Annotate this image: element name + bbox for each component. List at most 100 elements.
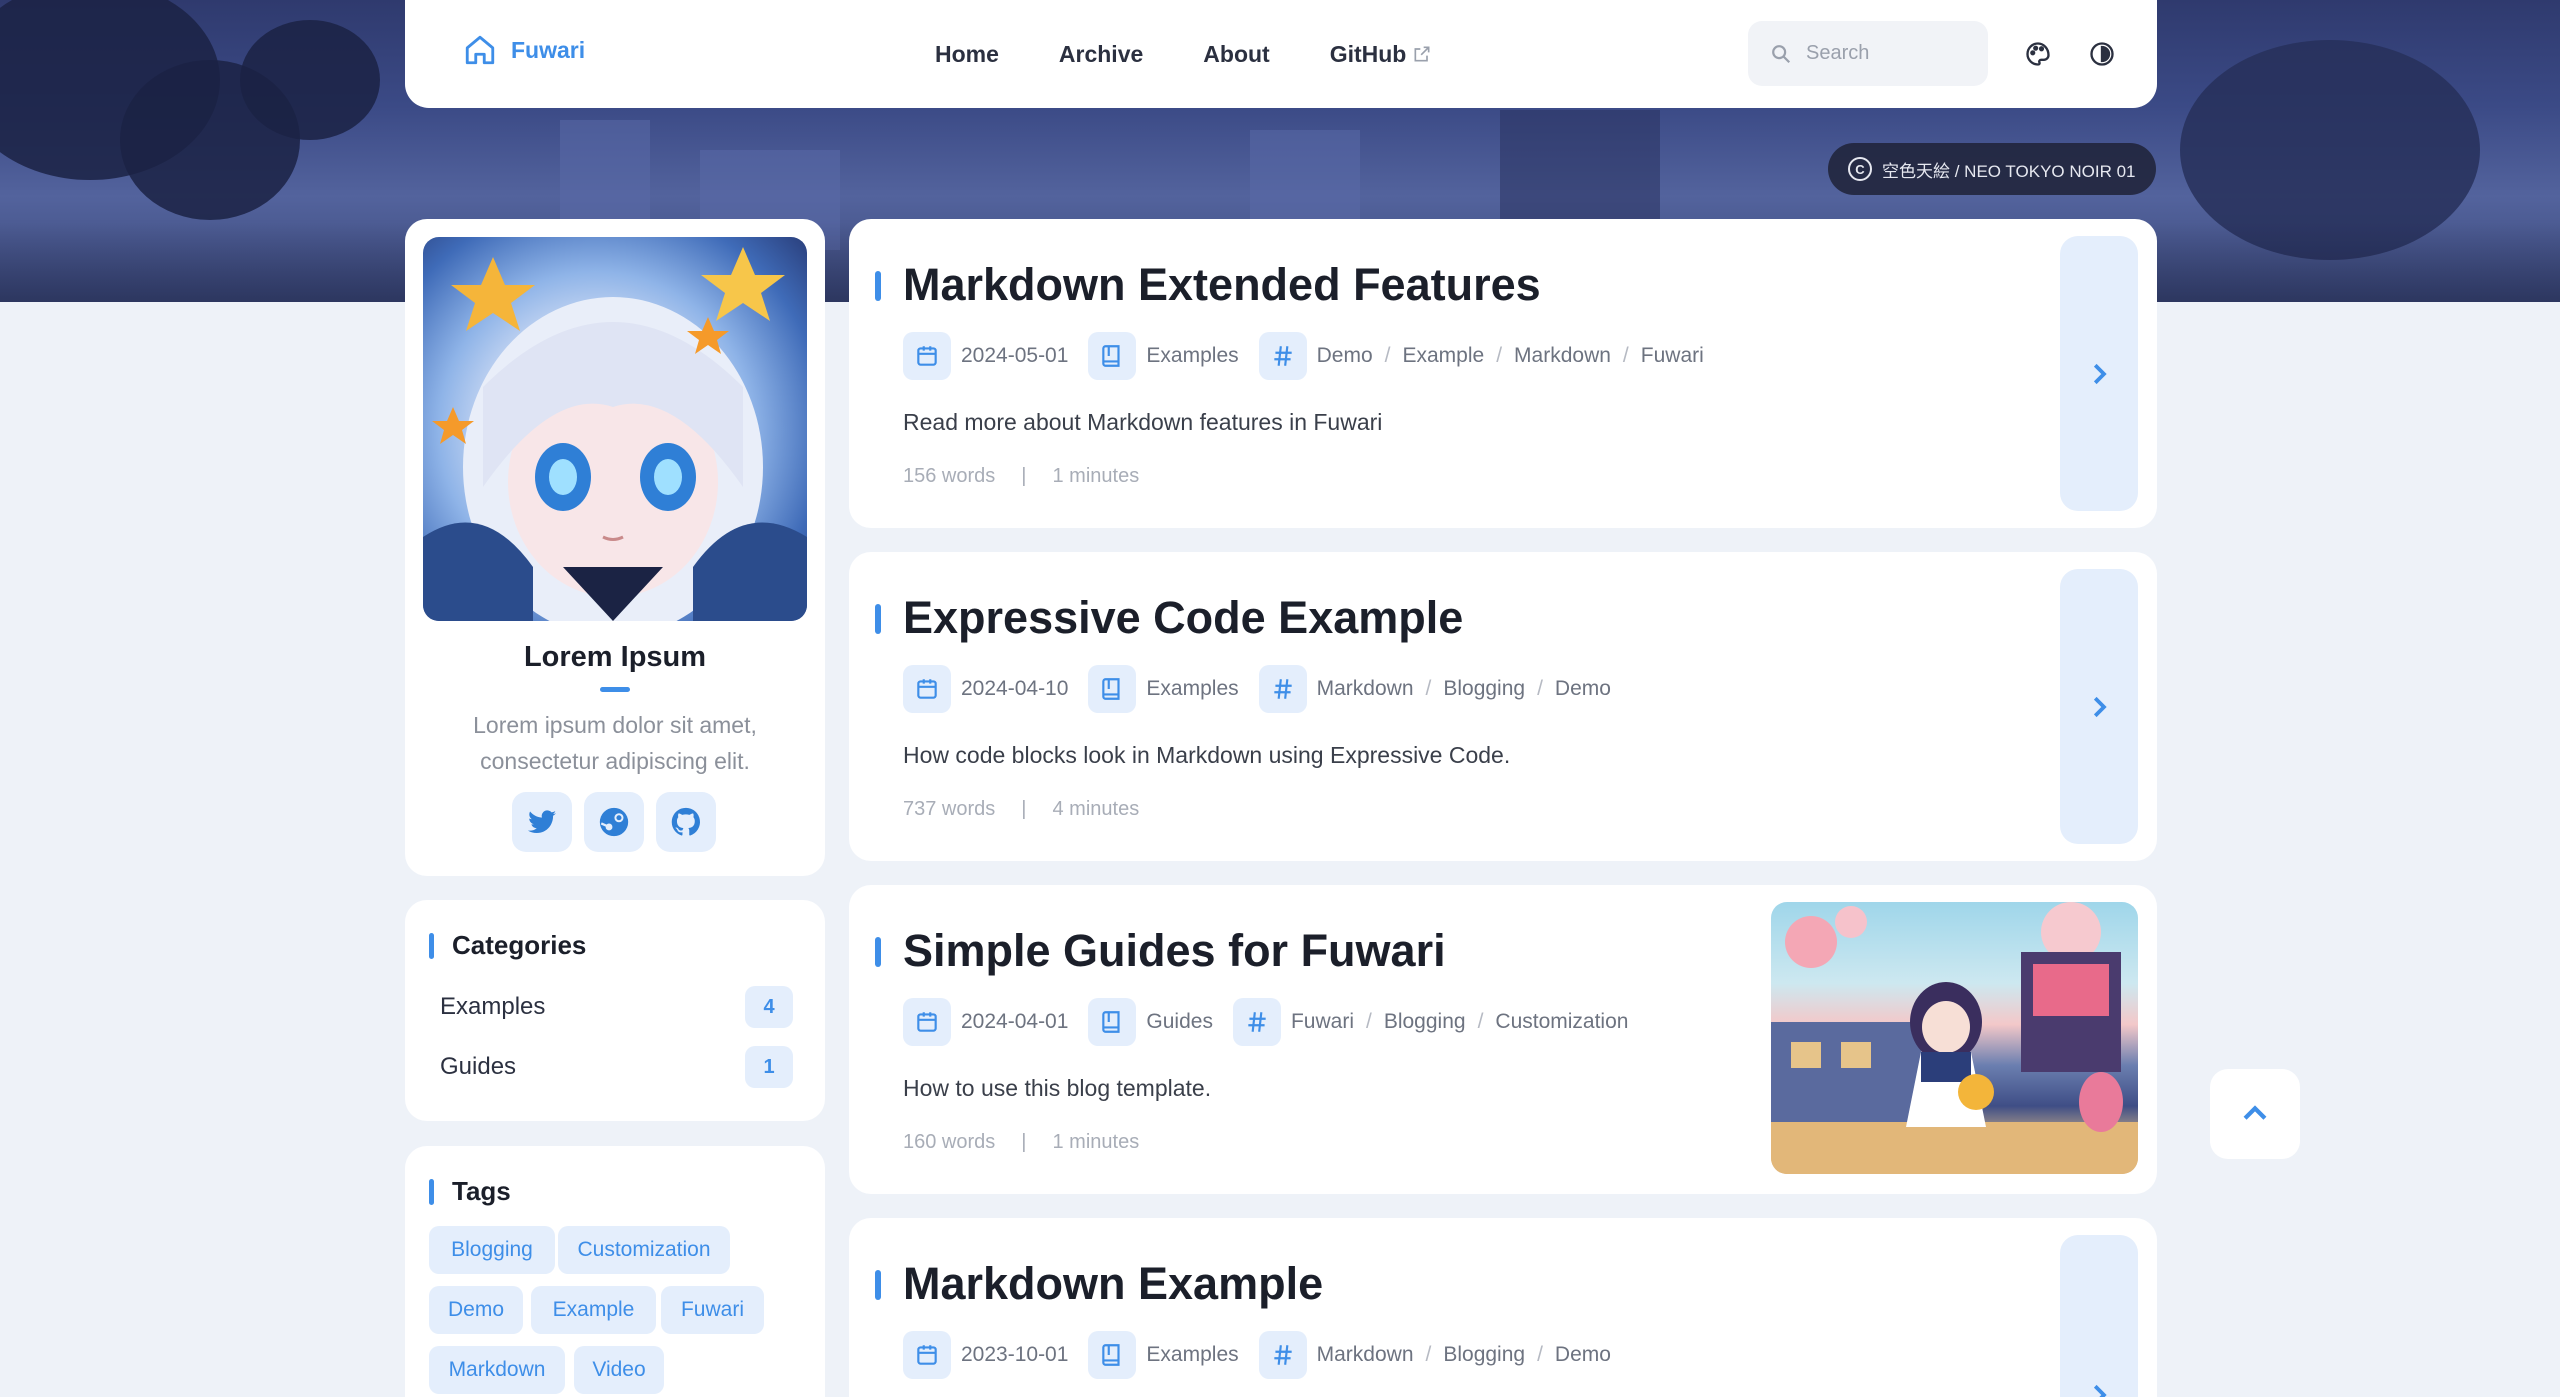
read-time: 4 minutes: [1052, 798, 1140, 820]
category-count-badge: 4: [745, 986, 793, 1028]
dark-mode-toggle[interactable]: [2081, 33, 2123, 75]
tag-separator: /: [1365, 1010, 1372, 1033]
chevron-right-icon: [2093, 363, 2107, 384]
nav-github[interactable]: GitHub: [1330, 41, 1433, 68]
github-link[interactable]: [656, 792, 716, 852]
top-navbar: Fuwari Home Archive About GitHub Search: [405, 0, 2157, 108]
stats-divider: |: [1021, 1131, 1027, 1153]
image-credit-badge[interactable]: C 空色天絵 / NEO TOKYO NOIR 01: [1828, 143, 2156, 195]
tag-separator: /: [1622, 344, 1629, 367]
post-tag[interactable]: Demo: [1317, 344, 1373, 368]
post-tag[interactable]: Blogging: [1443, 677, 1525, 701]
chevron-right-icon: [2093, 1384, 2107, 1397]
post-title[interactable]: Simple Guides for Fuwari: [903, 925, 1446, 977]
nav-home[interactable]: Home: [935, 41, 999, 68]
calendar-icon: [903, 332, 951, 380]
post-category[interactable]: Guides: [1146, 1010, 1213, 1034]
profile-avatar[interactable]: [423, 237, 807, 621]
post-tag[interactable]: Demo: [1555, 1343, 1611, 1367]
search-input[interactable]: Search: [1748, 21, 1988, 86]
post-cover-image[interactable]: [1771, 902, 2138, 1174]
brand-name: Fuwari: [511, 36, 586, 63]
post-title[interactable]: Expressive Code Example: [903, 592, 1463, 644]
post-card: Markdown Extended Features 2024-05-01 Ex…: [849, 219, 2157, 528]
post-excerpt: How code blocks look in Markdown using E…: [903, 742, 1511, 768]
post-date: 2024-05-01: [961, 344, 1069, 367]
nav-archive[interactable]: Archive: [1059, 41, 1143, 68]
tag-example[interactable]: Example: [531, 1286, 656, 1334]
tag-blogging[interactable]: Blogging: [429, 1226, 555, 1274]
post-tag[interactable]: Example: [1403, 344, 1485, 368]
twitter-icon: [527, 810, 557, 834]
post-tag[interactable]: Markdown: [1514, 344, 1611, 368]
post-meta: 2023-10-01 Examples Markdown / Blogging …: [903, 1331, 1631, 1379]
cover-illustration: [1771, 902, 2138, 1174]
github-icon: [671, 807, 700, 836]
post-tag[interactable]: Markdown: [1317, 1343, 1414, 1367]
post-date: 2023-10-01: [961, 1343, 1069, 1366]
book-icon: [1088, 998, 1137, 1046]
tag-separator: /: [1425, 1343, 1432, 1366]
post-title-accent: [875, 1270, 881, 1300]
post-tag[interactable]: Customization: [1495, 1010, 1628, 1034]
steam-icon: [599, 807, 629, 837]
post-tag[interactable]: Blogging: [1384, 1010, 1466, 1034]
tag-markdown[interactable]: Markdown: [429, 1346, 565, 1394]
tag-customization[interactable]: Customization: [558, 1226, 730, 1274]
social-links: [512, 792, 716, 852]
avatar-illustration: [423, 247, 807, 621]
profile-name: Lorem Ipsum: [523, 641, 707, 673]
palette-icon: [2026, 42, 2050, 66]
banner-foliage: [240, 20, 380, 140]
external-link-icon: [1414, 46, 1430, 62]
profile-divider: [600, 687, 630, 692]
post-tag[interactable]: Markdown: [1317, 677, 1414, 701]
post-stats: 737 words | 4 minutes: [903, 798, 1139, 821]
post-category[interactable]: Examples: [1146, 677, 1238, 701]
nav-about[interactable]: About: [1203, 41, 1269, 68]
stats-divider: |: [1021, 798, 1027, 820]
category-item-examples[interactable]: Examples 4: [440, 985, 793, 1029]
search-placeholder: Search: [1806, 42, 1870, 64]
contrast-icon: [2090, 42, 2114, 66]
book-icon: [1088, 665, 1137, 713]
image-credit-text: 空色天絵 / NEO TOKYO NOIR 01: [1882, 161, 2136, 181]
nav-github-label: GitHub: [1329, 40, 1407, 67]
calendar-icon: [903, 1331, 951, 1379]
back-to-top-button[interactable]: [2210, 1069, 2300, 1159]
post-card: Expressive Code Example 2024-04-10 Examp…: [849, 552, 2157, 861]
post-excerpt: Read more about Markdown features in Fuw…: [903, 409, 1383, 435]
book-icon: [1088, 1331, 1137, 1379]
brand-home-link[interactable]: Fuwari: [463, 33, 585, 67]
post-title[interactable]: Markdown Extended Features: [903, 259, 1541, 311]
categories-title-text: Categories: [452, 930, 587, 960]
post-meta: 2024-05-01 Examples Demo / Example / Mar…: [903, 332, 1724, 380]
open-post-button[interactable]: [2060, 569, 2138, 844]
nav-links: Home Archive About GitHub: [935, 0, 1432, 108]
post-card: Simple Guides for Fuwari 2024-04-01 Guid…: [849, 885, 2157, 1194]
tag-fuwari[interactable]: Fuwari: [661, 1286, 764, 1334]
post-tag[interactable]: Demo: [1555, 677, 1611, 701]
hashtag-icon: [1258, 332, 1307, 380]
read-time: 1 minutes: [1052, 1131, 1140, 1153]
book-icon: [1088, 332, 1137, 380]
post-title[interactable]: Markdown Example: [903, 1258, 1323, 1310]
profile-card: Lorem Ipsum Lorem ipsum dolor sit amet, …: [405, 219, 825, 876]
post-tag[interactable]: Blogging: [1443, 1343, 1525, 1367]
steam-link[interactable]: [584, 792, 644, 852]
tag-separator: /: [1537, 1343, 1543, 1366]
post-category[interactable]: Examples: [1146, 1343, 1238, 1367]
tag-video[interactable]: Video: [574, 1346, 664, 1394]
post-tag[interactable]: Fuwari: [1641, 344, 1704, 368]
chevron-up-icon: [2243, 1105, 2267, 1120]
open-post-button[interactable]: [2060, 236, 2138, 511]
post-title-accent: [875, 937, 881, 967]
category-item-guides[interactable]: Guides 1: [440, 1045, 793, 1089]
chevron-right-icon: [2093, 696, 2107, 717]
tag-demo[interactable]: Demo: [429, 1286, 523, 1334]
post-category[interactable]: Examples: [1146, 344, 1238, 368]
twitter-link[interactable]: [512, 792, 572, 852]
post-tag[interactable]: Fuwari: [1291, 1010, 1354, 1034]
open-post-button[interactable]: [2060, 1235, 2138, 1397]
theme-color-button[interactable]: [2017, 33, 2059, 75]
